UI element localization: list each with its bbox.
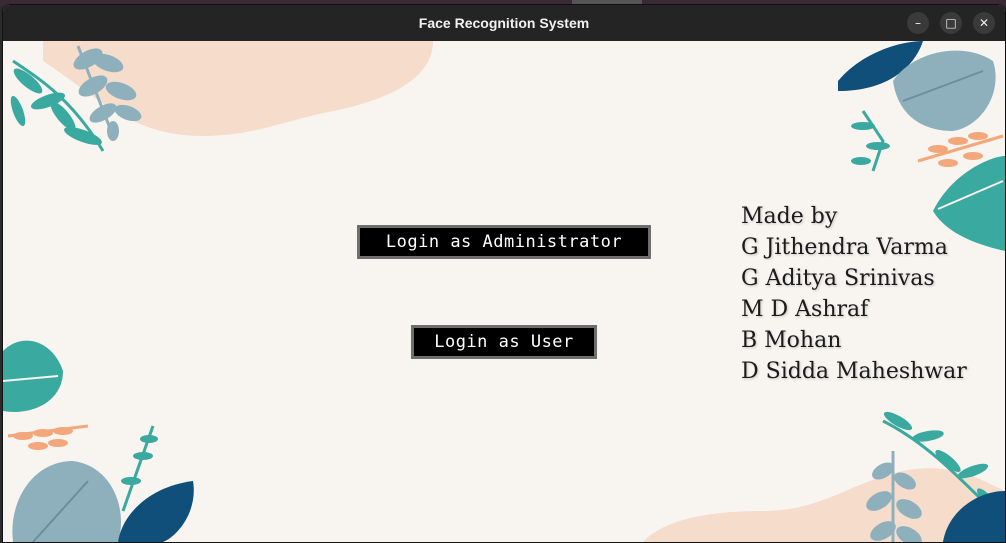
credit-name: G Jithendra Varma [741,235,948,260]
credit-name: B Mohan [741,328,842,353]
main-canvas: Login as Administrator Login as User Mad… [3,41,1005,542]
login-admin-button[interactable]: Login as Administrator [357,225,651,259]
credit-name: G Aditya Srinivas [741,266,935,291]
credit-name: D Sidda Maheshwar [741,359,967,384]
login-admin-label: Login as Administrator [385,232,623,252]
window-title: Face Recognition System [418,15,590,31]
title-bar[interactable]: Face Recognition System – □ ✕ [3,5,1005,41]
credits-heading: Made by [741,204,838,229]
login-user-label: Login as User [434,332,574,352]
close-icon: ✕ [978,16,990,30]
credit-name: M D Ashraf [741,297,869,322]
minimize-icon: – [915,16,921,30]
leaf-cluster-bottom-left [3,340,194,542]
maximize-button[interactable]: □ [940,12,962,34]
maximize-icon: □ [945,16,957,30]
login-user-button[interactable]: Login as User [411,325,597,359]
credits-block: Made by G Jithendra Varma G Aditya Srini… [741,201,967,387]
close-button[interactable]: ✕ [973,12,995,34]
minimize-button[interactable]: – [907,12,929,34]
app-window: Face Recognition System – □ ✕ Login as A… [2,4,1006,543]
